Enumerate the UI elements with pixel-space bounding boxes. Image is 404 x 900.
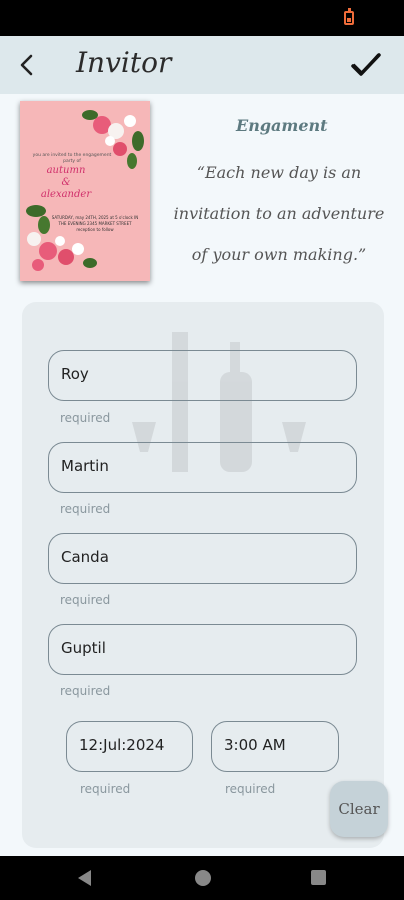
form-panel: Roy required Martin required Canda requi… xyxy=(22,302,384,848)
third-field-input[interactable]: Canda xyxy=(48,533,357,584)
first-name-input[interactable]: Roy xyxy=(48,350,357,401)
chevron-left-icon xyxy=(20,54,33,76)
last-name-value: Martin xyxy=(61,457,109,475)
fourth-field-input[interactable]: Guptil xyxy=(48,624,357,675)
status-bar xyxy=(0,0,404,36)
fourth-field-helper: required xyxy=(60,684,111,698)
last-name-helper: required xyxy=(60,502,111,516)
bride-name: autumn xyxy=(46,165,86,176)
first-name-value: Roy xyxy=(61,365,89,383)
system-nav-bar xyxy=(0,856,404,900)
app-bar: Invitor xyxy=(0,36,404,94)
last-name-input[interactable]: Martin xyxy=(48,442,357,493)
date-helper: required xyxy=(80,782,131,796)
date-value: 12:Jul:2024 xyxy=(79,736,165,754)
clear-button[interactable]: Clear xyxy=(330,781,388,837)
third-field-value: Canda xyxy=(61,548,109,566)
invite-names: autumn & alexander xyxy=(36,165,96,201)
check-icon xyxy=(351,53,381,76)
invite-intro: you are invited to the engagement party … xyxy=(32,153,112,164)
quote-text: “Each new day is an invitation to an adv… xyxy=(173,163,385,264)
back-button[interactable] xyxy=(8,46,46,84)
battery-icon xyxy=(344,8,354,25)
invitation-card-preview[interactable]: you are invited to the engagement party … xyxy=(20,101,150,281)
time-value: 3:00 AM xyxy=(224,736,286,754)
time-helper: required xyxy=(225,782,276,796)
app-title: Invitor xyxy=(76,46,172,79)
event-heading: Engament xyxy=(236,116,328,135)
groom-name: alexander xyxy=(40,189,92,200)
nav-recents-icon[interactable] xyxy=(311,870,326,885)
date-input[interactable]: 12:Jul:2024 xyxy=(66,721,193,772)
fourth-field-value: Guptil xyxy=(61,639,106,657)
first-name-helper: required xyxy=(60,411,111,425)
nav-back-icon[interactable] xyxy=(78,870,91,886)
confirm-button[interactable] xyxy=(346,46,386,84)
time-input[interactable]: 3:00 AM xyxy=(211,721,339,772)
nav-home-icon[interactable] xyxy=(195,870,211,886)
ampersand: & xyxy=(61,177,71,188)
invite-details: SATURDAY, may 24TH, 2025 at 5 o'clock IN… xyxy=(51,215,139,232)
third-field-helper: required xyxy=(60,593,111,607)
